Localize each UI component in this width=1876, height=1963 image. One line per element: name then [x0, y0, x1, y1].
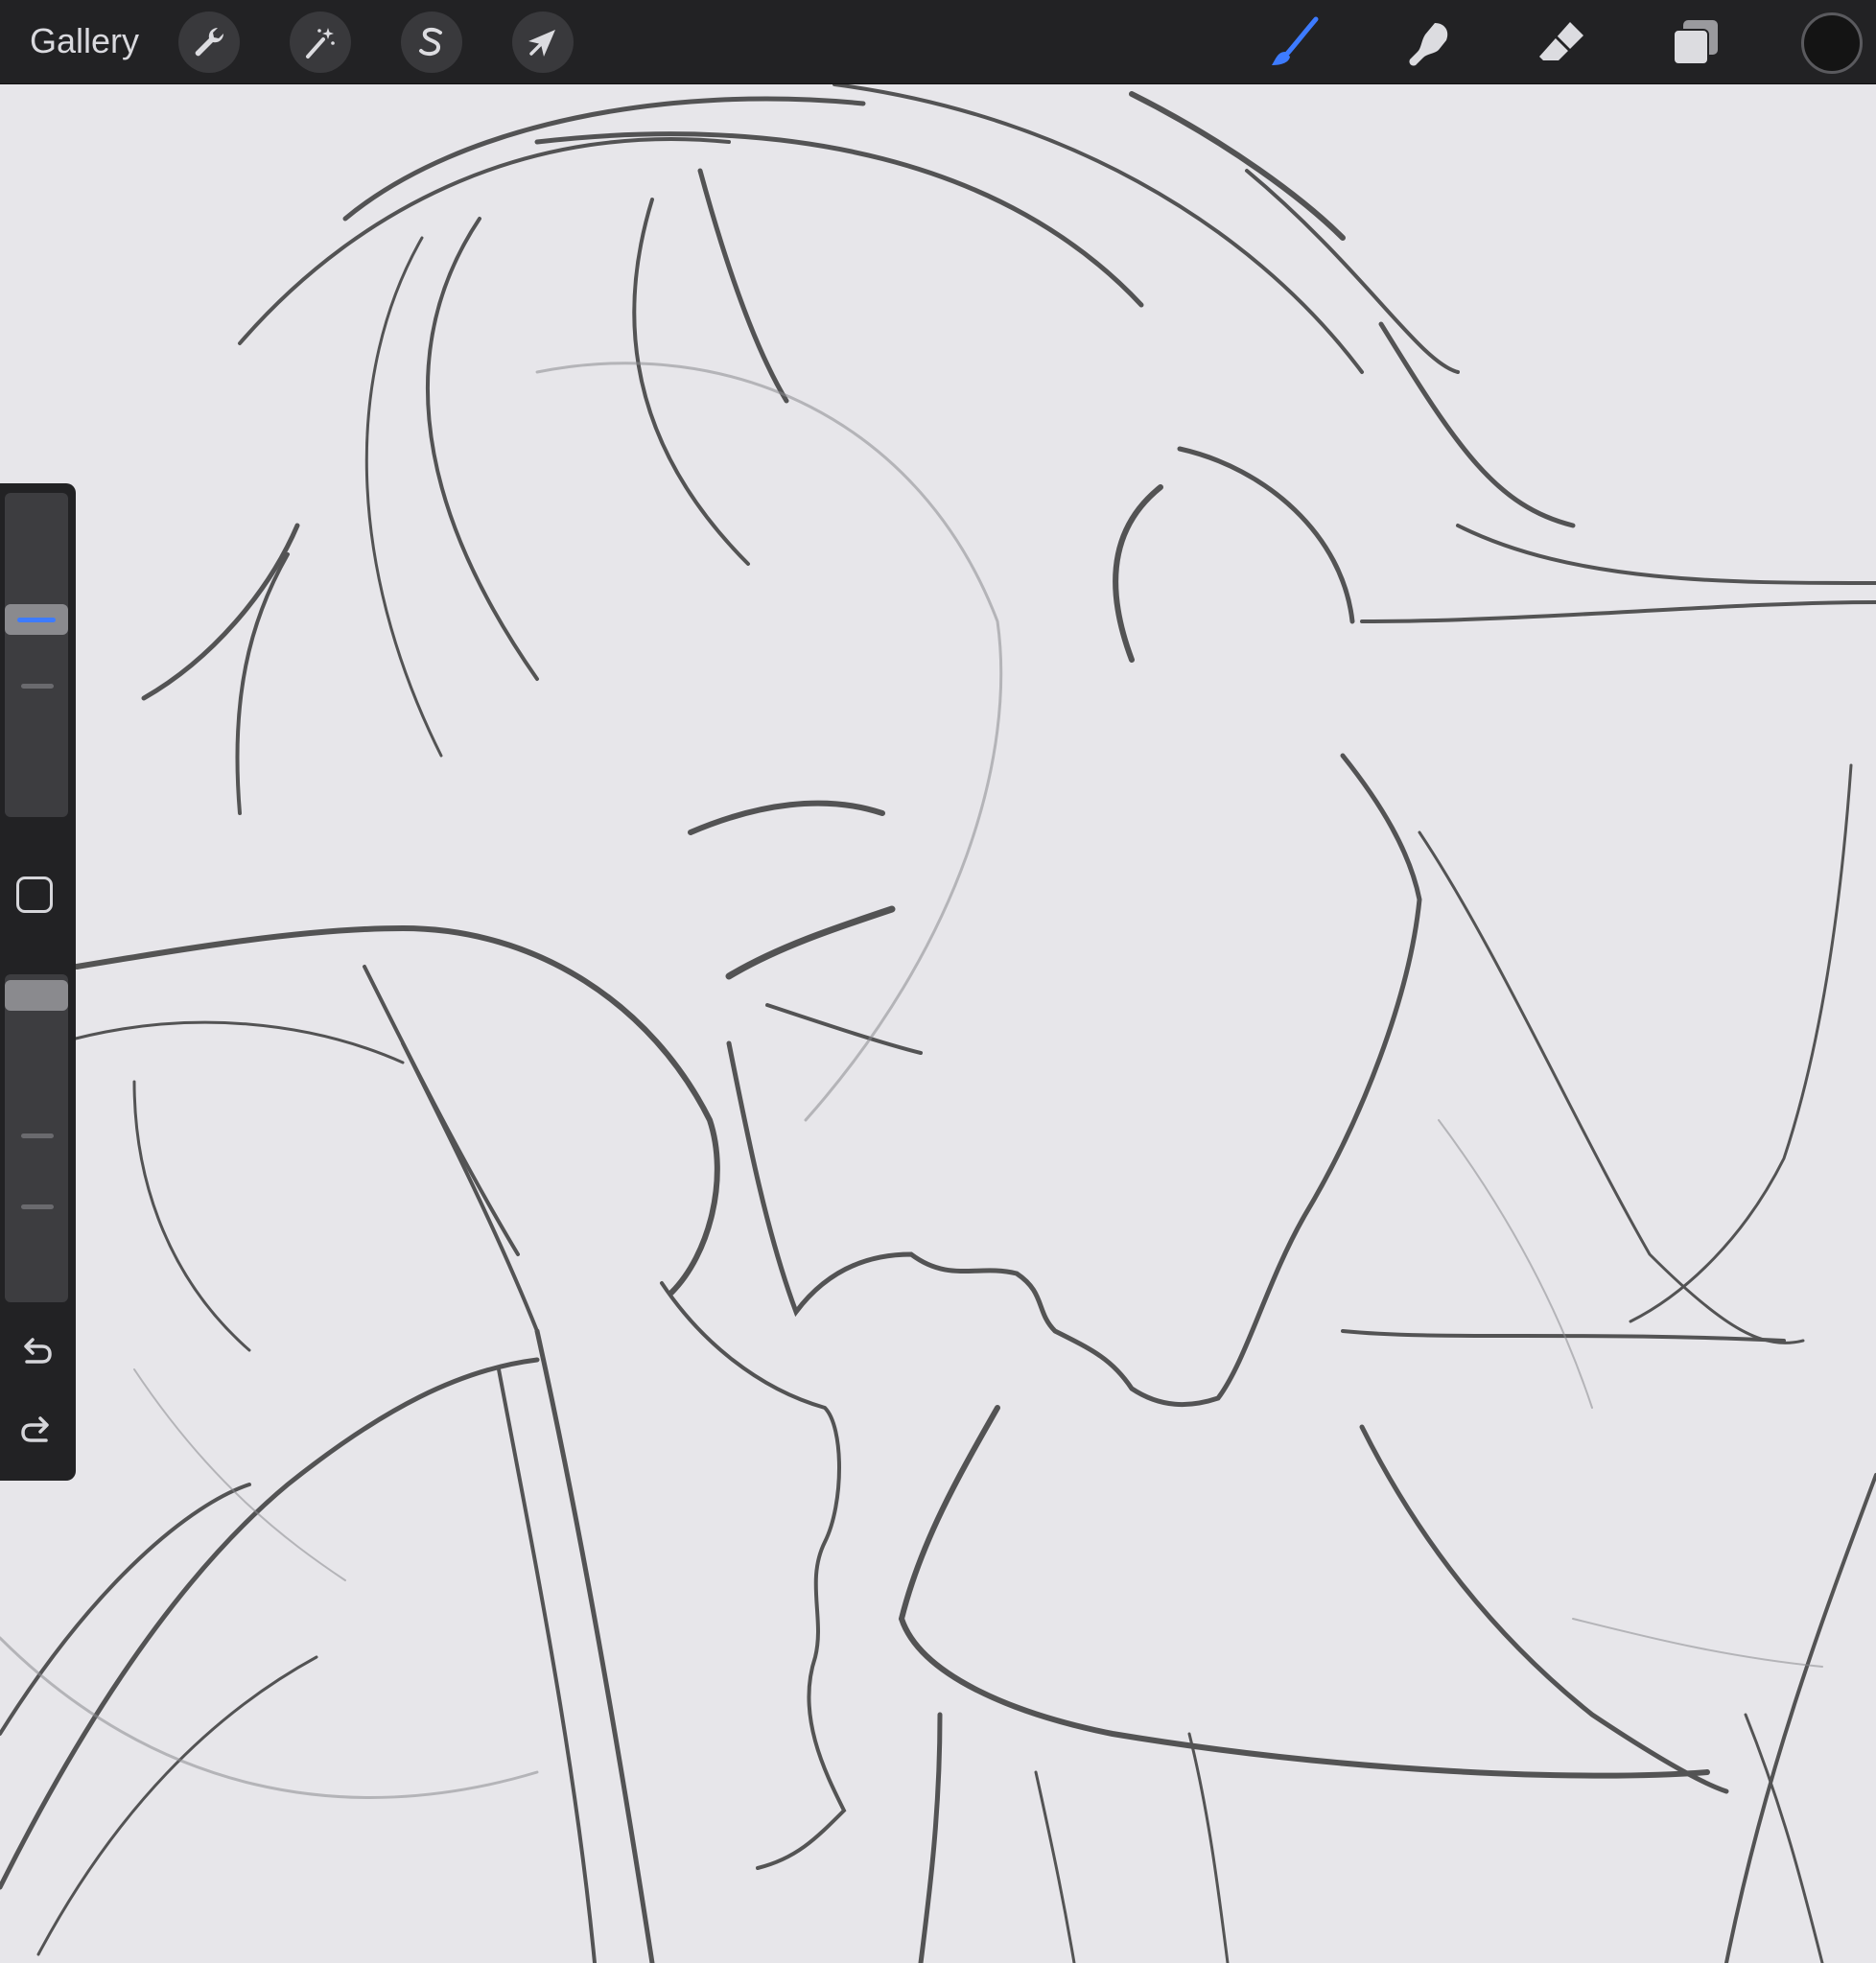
brush-tool-button[interactable] — [1262, 10, 1327, 75]
drawing-canvas[interactable] — [0, 84, 1876, 1963]
brush-size-thumb[interactable] — [5, 604, 68, 635]
brush-opacity-slider[interactable] — [5, 974, 68, 1302]
smudge-tool-button[interactable] — [1396, 10, 1462, 75]
redo-icon[interactable] — [17, 1410, 56, 1448]
layers-button[interactable] — [1663, 10, 1728, 75]
undo-icon[interactable] — [17, 1331, 56, 1369]
transform-button[interactable] — [512, 12, 574, 73]
gallery-button[interactable]: Gallery — [30, 17, 139, 65]
arrow-cursor-icon — [528, 30, 555, 57]
layers-icon — [1673, 20, 1718, 65]
brush-sidebar — [0, 483, 76, 1481]
eraser-icon — [1539, 22, 1583, 60]
slider-notch — [21, 684, 54, 689]
adjustments-button[interactable] — [290, 12, 351, 73]
eraser-tool-button[interactable] — [1529, 10, 1594, 75]
brush-opacity-thumb[interactable] — [5, 980, 68, 1011]
brush-icon — [1272, 16, 1319, 65]
magic-wand-icon — [306, 28, 335, 58]
smudge-finger-icon — [1409, 23, 1448, 66]
modify-square-icon[interactable] — [16, 876, 53, 913]
wrench-icon — [195, 27, 224, 57]
slider-notch — [21, 1133, 54, 1138]
brush-size-slider[interactable] — [5, 493, 68, 817]
color-swatch[interactable] — [1801, 12, 1863, 74]
top-toolbar: Gallery — [0, 0, 1876, 84]
actions-button[interactable] — [178, 12, 240, 73]
sketch-artwork — [0, 84, 1876, 1963]
slider-notch — [21, 1204, 54, 1209]
selection-button[interactable] — [401, 12, 462, 73]
selection-s-icon — [419, 27, 442, 57]
